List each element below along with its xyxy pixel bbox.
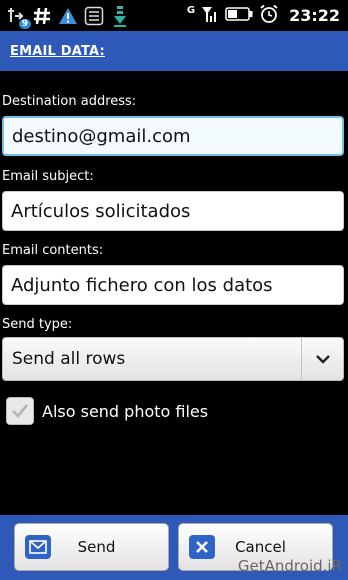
email-subject-value: Artículos solicitados [11,200,191,222]
notification-count-badge: 9 [18,18,31,29]
close-icon [189,535,215,559]
send-type-label: Send type: [2,317,73,332]
checkmark-icon [12,404,29,418]
envelope-icon [25,535,51,559]
battery-icon [225,6,253,25]
warning-icon [58,6,78,26]
page-title: EMAIL DATA: [10,43,105,59]
network-type-label: G [186,5,196,16]
send-button[interactable]: Send [14,523,169,571]
download-icon [110,5,130,27]
send-type-dropdown[interactable]: Send all rows [2,337,344,381]
chevron-down-icon[interactable] [301,338,343,380]
destination-label: Destination address: [2,94,137,109]
send-button-label: Send [77,538,116,556]
usb-icon: 9 [6,6,31,29]
email-subject-field[interactable]: Artículos solicitados [2,191,344,231]
watermark: GetAndroid.iR [237,557,342,575]
send-type-value: Send all rows [12,349,126,369]
destination-address-field[interactable]: destino@gmail.com [2,116,344,156]
alarm-icon [259,4,279,28]
title-bar: EMAIL DATA: [0,31,348,71]
subject-label: Email subject: [2,169,94,184]
photo-files-checkbox-label: Also send photo files [42,401,209,421]
contents-label: Email contents: [2,243,104,258]
destination-address-value: destino@gmail.com [12,125,191,147]
signal-icon [201,5,219,27]
email-contents-field[interactable]: Adjunto fichero con los datos [2,265,344,305]
list-icon [84,6,104,26]
photo-files-checkbox[interactable] [6,397,34,425]
email-contents-value: Adjunto fichero con los datos [11,274,273,296]
status-bar: 9 G 23:22 [0,0,348,31]
cancel-button-label: Cancel [235,538,286,556]
hash-icon [32,6,52,26]
clock-time: 23:22 [289,6,340,25]
photo-files-option[interactable]: Also send photo files [6,397,208,425]
